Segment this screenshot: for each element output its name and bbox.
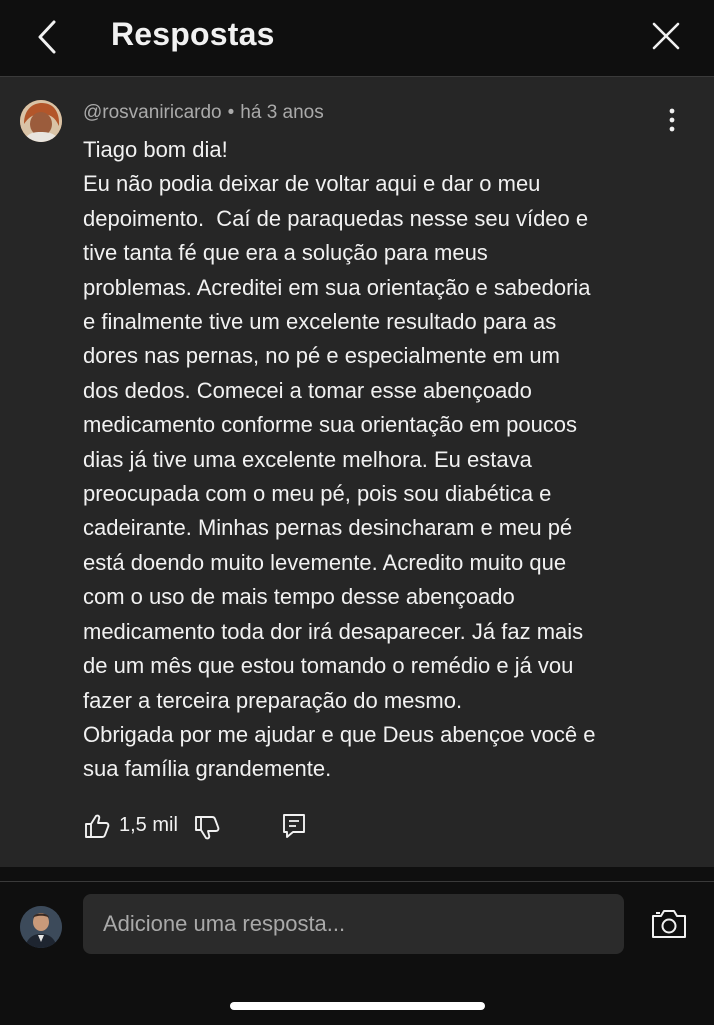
comment-line: medicamento toda dor irá desaparecer. Já… [83,618,584,644]
comment-line: Obrigada por me ajudar e que Deus abenço… [83,721,596,747]
comment-line: fazer a terceira preparação do mesmo. [83,687,463,713]
comment-line: sua família grandemente. [83,756,332,782]
comment-line: e finalmente tive um excelente resultado… [83,309,557,335]
reply-input[interactable] [83,894,624,954]
home-indicator [230,1002,485,1010]
camera-button[interactable] [650,908,688,940]
like-button[interactable] [83,812,111,840]
comment-line: Tiago bom dia! [83,137,228,162]
thumbs-up-icon [85,814,110,838]
close-icon [652,22,680,50]
reply-button[interactable] [281,812,307,840]
reply-composer [0,881,714,1025]
comment-line: dias já tive uma excelente melhora. Eu e… [83,446,532,472]
comment-line: problemas. Acreditei em sua orientação e… [83,274,591,300]
page-title: Respostas [111,16,275,52]
comment-line: tive tanta fé que era a solução para meu… [83,240,488,266]
more-options-button[interactable] [664,107,680,133]
comment-actions: 1,5 mil [83,810,383,842]
comment-line: Eu não podia deixar de voltar aqui e dar… [83,171,541,197]
back-button[interactable] [30,16,70,58]
comment-line: cadeirante. Minhas pernas desincharam e … [83,515,573,541]
user-avatar [20,906,62,948]
comment-line: preocupada com o meu pé, pois sou diabét… [83,481,552,507]
comment-line: depoimento. Caí de paraquedas nesse seu … [83,205,589,231]
comment-thread: @rosvaniricardo • há 3 anos Tiago bom dia!… [0,77,714,867]
like-count: 1,5 mil [119,814,178,836]
comment-text: Tiago bom dia! Eu não podia deixar de vo… [83,133,683,787]
comment-author[interactable]: @rosvaniricardo [83,102,222,123]
comment-line: medicamento conforme sua orientação em p… [83,412,578,438]
chevron-left-icon [38,20,56,54]
comment-line: de um mês que estou tomando o remédio e … [83,653,574,679]
comment-line: com o uso de mais tempo desse abençoado [83,584,515,610]
comment-meta: @rosvaniricardo • há 3 anos [83,102,324,124]
comment-line: dos dedos. Comecei a tomar esse abençoad… [83,377,532,403]
comment-line: está doendo muito levemente. Acredito mu… [83,549,567,575]
reply-comment-icon [283,814,305,838]
top-app-bar: Respostas [0,0,714,77]
comment-line: dores nas pernas, no pé e especialmente … [83,343,560,369]
meta-separator: • [227,102,235,123]
more-vertical-icon [669,108,675,132]
dislike-button[interactable] [193,814,221,842]
user-avatar-image [20,906,62,948]
author-avatar[interactable] [20,100,62,142]
avatar-image [20,100,62,142]
comment-time: há 3 anos [240,102,324,123]
camera-icon [652,910,686,938]
thumbs-down-icon [195,816,220,840]
close-button[interactable] [648,18,684,54]
